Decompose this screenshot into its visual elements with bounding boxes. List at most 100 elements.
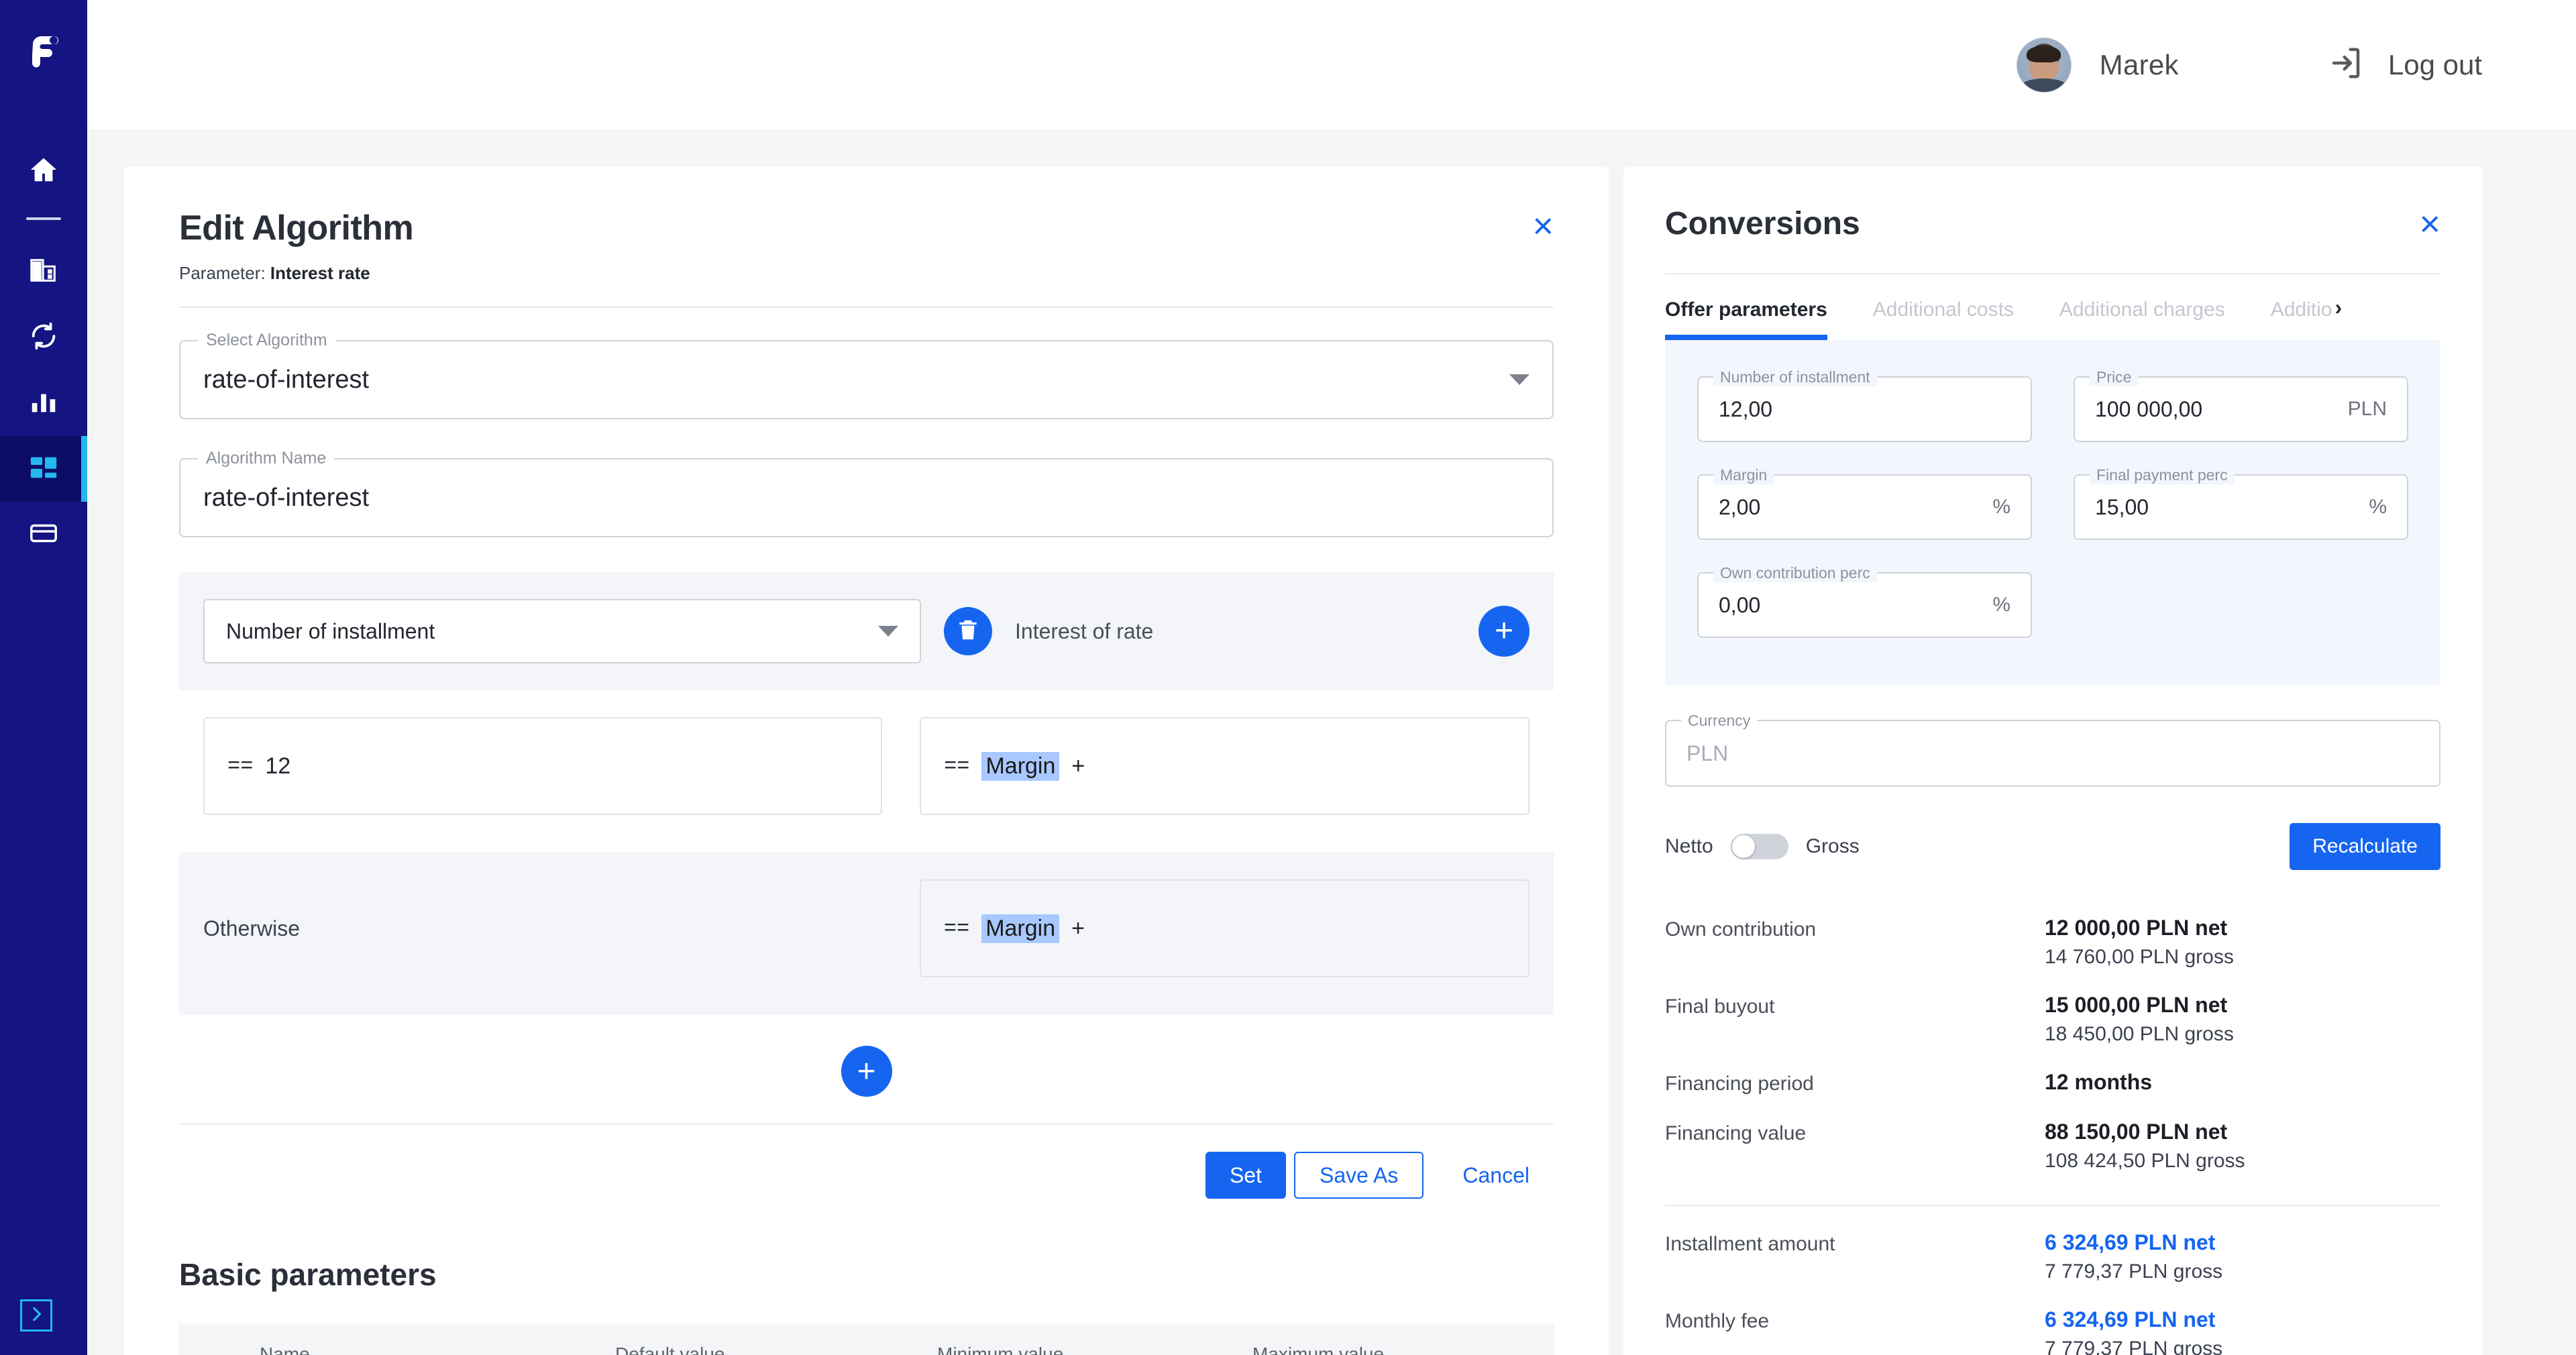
column-header-minimum: Minimum value xyxy=(937,1323,1252,1355)
sidebar-item-sync[interactable] xyxy=(0,305,87,370)
margin-field[interactable]: Margin 2,00 % xyxy=(1697,466,2032,540)
tab-offer-parameters[interactable]: Offer parameters xyxy=(1665,274,1827,340)
sidebar-item-payments[interactable] xyxy=(0,502,87,567)
bar-chart-icon xyxy=(28,386,59,421)
save-as-button[interactable]: Save As xyxy=(1293,1152,1424,1199)
final-payment-perc-field[interactable]: Final payment perc 15,00 % xyxy=(2074,466,2408,540)
summary-gross-value: 7 779,37 PLN gross xyxy=(2045,1338,2223,1355)
app-logo[interactable] xyxy=(0,19,87,86)
topbar: Marek Log out xyxy=(87,0,2576,129)
summary-divider xyxy=(1665,1205,2440,1206)
otherwise-label: Otherwise xyxy=(203,916,301,940)
summary-label: Financing period xyxy=(1665,1073,1814,1095)
add-column-button[interactable]: + xyxy=(1479,606,1529,657)
sidebar-item-home[interactable] xyxy=(0,138,87,204)
summary-net-value: 12 000,00 PLN net xyxy=(2045,916,2228,940)
summary-row-installment-amount: Installment amount 6 324,69 PLN net 7 77… xyxy=(1665,1221,2440,1298)
parameter-name-value: Interest rate xyxy=(270,263,370,283)
parameter-line: Parameter: Interest rate xyxy=(124,248,1609,284)
margin-value: 2,00 xyxy=(1719,494,1761,519)
rule-builder: Number of installment Interest of rate +… xyxy=(179,572,1554,1015)
summary-row-monthly-fee: Monthly fee 6 324,69 PLN net 7 779,37 PL… xyxy=(1665,1298,2440,1355)
select-algorithm-label: Select Algorithm xyxy=(198,331,335,350)
currency-wrap: Currency PLN xyxy=(1665,712,2440,787)
algorithm-name-input[interactable]: Algorithm Name rate-of-interest xyxy=(179,449,1554,537)
set-button[interactable]: Set xyxy=(1205,1152,1286,1199)
own-contribution-perc-field[interactable]: Own contribution perc 0,00 % xyxy=(1697,564,2032,638)
price-label: Price xyxy=(2090,368,2139,386)
delete-column-button[interactable] xyxy=(944,607,992,655)
condition-value: 12 xyxy=(265,753,291,779)
sidebar-divider xyxy=(26,217,61,220)
basic-parameters-title: Basic parameters xyxy=(179,1257,437,1292)
tab-additional-charges[interactable]: Additional charges xyxy=(2059,274,2225,340)
close-icon[interactable]: × xyxy=(2419,206,2440,242)
condition-operator: == xyxy=(227,753,254,779)
tabs-next-icon[interactable]: › xyxy=(2334,295,2342,320)
summary-row-financing-period: Financing period 12 months xyxy=(1665,1061,2440,1110)
rule-builder-header: Number of installment Interest of rate + xyxy=(179,572,1554,690)
final-payment-perc-value: 15,00 xyxy=(2095,494,2149,519)
algorithm-name-label: Algorithm Name xyxy=(198,449,335,468)
tab-additional-costs[interactable]: Additional costs xyxy=(1873,274,2014,340)
user-menu[interactable]: Marek xyxy=(2016,37,2179,93)
logout-icon xyxy=(2328,45,2364,85)
otherwise-result-cell[interactable]: == Margin + xyxy=(919,879,1529,977)
sidebar-item-reports[interactable] xyxy=(0,370,87,436)
avatar xyxy=(2016,37,2072,93)
summary-label: Installment amount xyxy=(1665,1233,1835,1255)
logout-button[interactable]: Log out xyxy=(2328,45,2482,85)
number-of-installment-label: Number of installment xyxy=(1713,368,1877,386)
summary-gross-value: 18 450,00 PLN gross xyxy=(2045,1023,2234,1045)
condition-variable-value: Number of installment xyxy=(226,618,435,643)
summary-net-value: 15 000,00 PLN net xyxy=(2045,993,2228,1017)
currency-field[interactable]: Currency PLN xyxy=(1665,712,2440,787)
logo-f-icon xyxy=(22,30,65,76)
summary-label: Monthly fee xyxy=(1665,1310,1770,1332)
summary-row-financing-value: Financing value 88 150,00 PLN net 108 42… xyxy=(1665,1110,2440,1187)
price-value: 100 000,00 xyxy=(2095,396,2203,421)
conversions-summary: Own contribution 12 000,00 PLN net 14 76… xyxy=(1623,870,2482,1355)
margin-label: Margin xyxy=(1713,466,1774,484)
netto-label: Netto xyxy=(1665,835,1713,857)
select-algorithm-dropdown[interactable]: Select Algorithm rate-of-interest xyxy=(179,331,1554,419)
summary-gross-value: 14 760,00 PLN gross xyxy=(2045,946,2234,968)
chevron-down-icon xyxy=(1509,374,1529,385)
summary-gross-value: 108 424,50 PLN gross xyxy=(2045,1150,2245,1172)
rule-result-cell[interactable]: == Margin + xyxy=(920,717,1529,815)
result-token: Margin xyxy=(981,751,1060,781)
column-header-default: Default value xyxy=(615,1323,937,1355)
netto-gross-toggle[interactable] xyxy=(1730,834,1788,859)
own-contribution-perc-label: Own contribution perc xyxy=(1713,564,1877,582)
offer-parameters-form: Number of installment 12,00 Price 100 00… xyxy=(1665,340,2440,685)
cancel-button[interactable]: Cancel xyxy=(1438,1152,1554,1199)
number-of-installment-value: 12,00 xyxy=(1719,396,1773,421)
column-header-maximum: Maximum value xyxy=(1252,1323,1554,1355)
dashboard-grid-icon xyxy=(28,452,59,486)
price-suffix: PLN xyxy=(2347,398,2387,420)
sidebar-nav xyxy=(0,138,87,567)
final-payment-perc-suffix: % xyxy=(2369,496,2387,518)
sidebar-item-companies[interactable] xyxy=(0,239,87,305)
add-rule-button[interactable]: + xyxy=(841,1046,892,1097)
currency-value: PLN xyxy=(1686,741,1729,765)
number-of-installment-field[interactable]: Number of installment 12,00 xyxy=(1697,368,2032,442)
algorithm-name-value: rate-of-interest xyxy=(203,483,370,512)
output-variable-label: Interest of rate xyxy=(1015,618,1154,643)
rule-condition-cell[interactable]: == 12 xyxy=(203,717,883,815)
netto-gross-row: Netto Gross Recalculate xyxy=(1623,787,2482,870)
column-header-name: Name xyxy=(260,1323,615,1355)
sidebar-item-dashboard[interactable] xyxy=(0,436,87,502)
conversions-header: Conversions × xyxy=(1623,166,2482,242)
summary-label: Own contribution xyxy=(1665,918,1817,940)
condition-variable-select[interactable]: Number of installment xyxy=(203,599,921,663)
credit-card-icon xyxy=(28,518,59,552)
close-icon[interactable]: × xyxy=(1532,208,1554,244)
price-field[interactable]: Price 100 000,00 PLN xyxy=(2074,368,2408,442)
result-operator: == xyxy=(944,753,970,779)
recalculate-button[interactable]: Recalculate xyxy=(2290,823,2440,870)
sidebar-expand-button[interactable] xyxy=(20,1299,52,1332)
summary-gross-value: 7 779,37 PLN gross xyxy=(2045,1260,2223,1283)
summary-net-value: 6 324,69 PLN net xyxy=(2045,1307,2216,1332)
tab-additional-more[interactable]: Additio xyxy=(2271,274,2332,340)
